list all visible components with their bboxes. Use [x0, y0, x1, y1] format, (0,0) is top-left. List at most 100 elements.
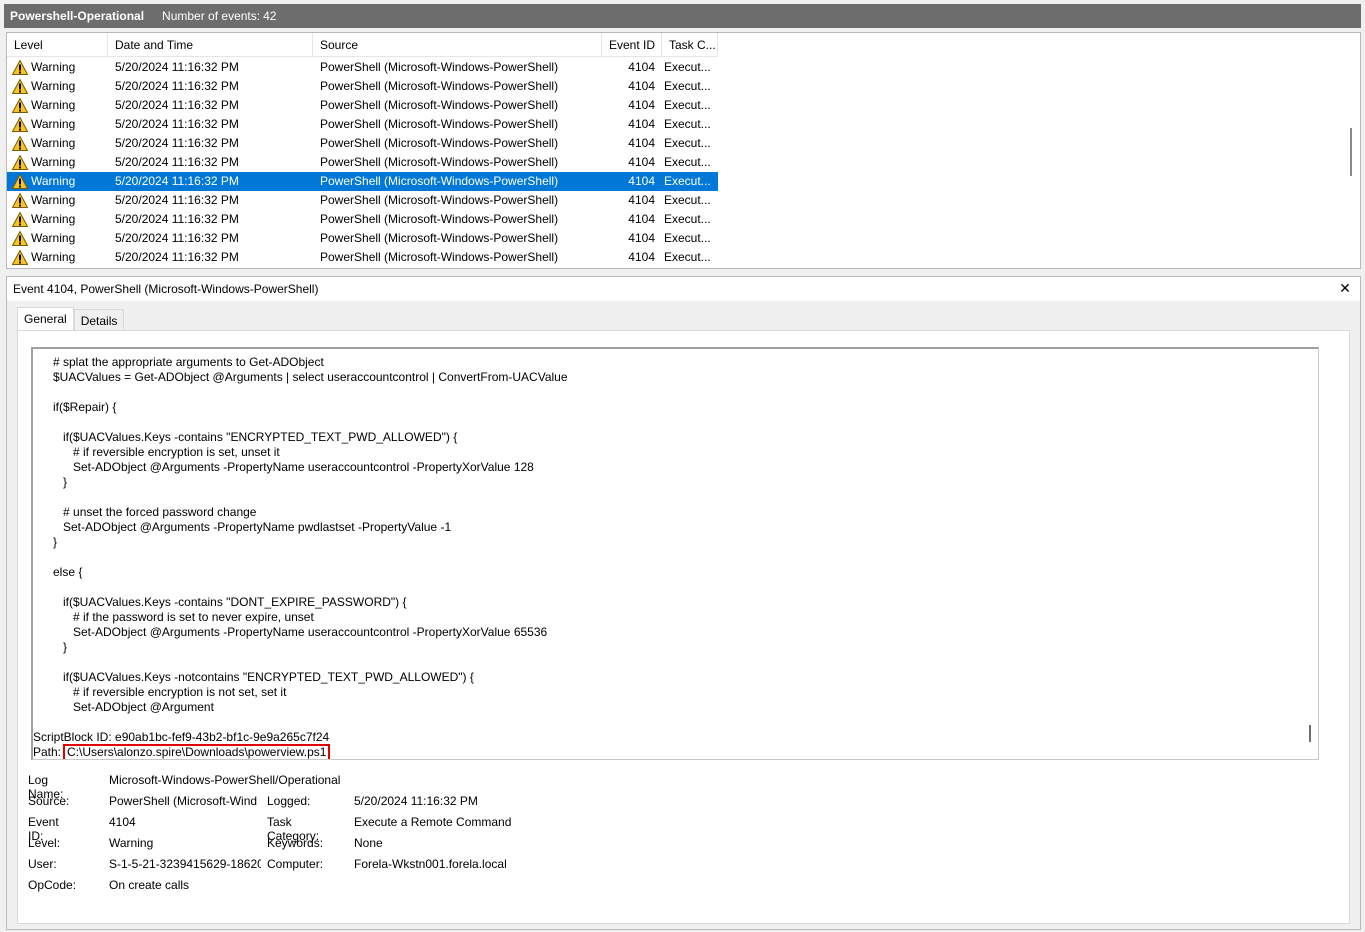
computer-value: Forela-Wkstn001.forela.local: [354, 857, 507, 871]
event-row-date: 5/20/2024 11:16:32 PM: [115, 79, 239, 93]
script-path-line: Path: C:\Users\alonzo.spire\Downloads\pow…: [33, 744, 1303, 759]
column-header-date[interactable]: Date and Time: [108, 33, 313, 57]
warning-icon: [11, 59, 29, 75]
level-value: Warning: [109, 836, 154, 850]
event-row-source: PowerShell (Microsoft-Windows-PowerShell…: [320, 155, 559, 169]
event-count: Number of events: 42: [159, 9, 276, 23]
event-row-task: Execut...: [664, 212, 711, 226]
event-row-id: 4104: [628, 79, 655, 93]
script-line: if($UACValues.Keys -contains "DONT_EXPIR…: [33, 595, 407, 609]
script-line: Set-ADObject @Arguments -PropertyName us…: [33, 625, 548, 639]
event-row-level: Warning: [7, 77, 108, 96]
level-label: Level:: [28, 836, 61, 850]
computer-label: Computer:: [267, 857, 324, 871]
event-row-date: 5/20/2024 11:16:32 PM: [115, 98, 239, 112]
warning-icon: [11, 230, 29, 246]
event-row-id: 4104: [628, 174, 655, 188]
log-name: Powershell-Operational: [10, 9, 145, 23]
event-row-id: 4104: [628, 155, 655, 169]
script-line: if($Repair) {: [33, 400, 117, 414]
script-line: }: [33, 535, 58, 549]
event-row-id: 4104: [628, 212, 655, 226]
warning-icon: [11, 192, 29, 208]
event-row-date: 5/20/2024 11:16:32 PM: [115, 174, 239, 188]
event-row[interactable]: Warning 5/20/2024 11:16:32 PM PowerShell (…: [7, 229, 718, 248]
event-row-id: 4104: [628, 98, 655, 112]
warning-icon: [11, 116, 29, 132]
opcode-label: OpCode:: [28, 878, 77, 892]
event-row-level: Warning: [7, 134, 108, 153]
message-scrollbar[interactable]: [1309, 725, 1311, 742]
script-line: # if reversible encryption is not set, s…: [33, 685, 287, 699]
tab-details[interactable]: Details: [73, 309, 125, 331]
event-row[interactable]: Warning 5/20/2024 11:16:32 PM PowerShell (…: [7, 134, 718, 153]
event-count-label: Number of events:: [162, 9, 261, 23]
event-row[interactable]: Warning 5/20/2024 11:16:32 PM PowerShell (…: [7, 96, 718, 115]
event-row-id: 4104: [628, 117, 655, 131]
column-header-task[interactable]: Task C...: [662, 33, 718, 57]
source-label: Source:: [28, 794, 70, 808]
close-icon[interactable]: ✕: [1338, 281, 1352, 295]
event-rows: Warning 5/20/2024 11:16:32 PM PowerShell (…: [7, 58, 718, 267]
user-label: User:: [28, 857, 57, 871]
event-row[interactable]: Warning 5/20/2024 11:16:32 PM PowerShell (…: [7, 153, 718, 172]
event-row-date: 5/20/2024 11:16:32 PM: [115, 60, 239, 74]
list-scrollbar[interactable]: [1343, 33, 1360, 268]
script-line: Set-ADObject @Argument: [33, 700, 214, 714]
column-header-event-id[interactable]: Event ID: [602, 33, 662, 57]
event-row-task: Execut...: [664, 250, 711, 264]
details-title: Event 4104, PowerShell (Microsoft-Window…: [13, 282, 319, 296]
events-list[interactable]: Level Date and Time Source Event ID Task…: [6, 32, 1361, 269]
path-value-highlighted: C:\Users\alonzo.spire\Downloads\powervie…: [63, 744, 331, 759]
script-line: [33, 385, 1303, 400]
script-line: [33, 550, 1303, 565]
event-row-task: Execut...: [664, 60, 711, 74]
event-row-source: PowerShell (Microsoft-Windows-PowerShell…: [320, 250, 559, 264]
script-line: if($UACValues.Keys -contains "ENCRYPTED_…: [33, 430, 458, 444]
event-count-value: 42: [263, 9, 277, 23]
event-row-date: 5/20/2024 11:16:32 PM: [115, 117, 239, 131]
event-row-task: Execut...: [664, 79, 711, 93]
event-row-level: Warning: [7, 153, 108, 172]
event-row-source: PowerShell (Microsoft-Windows-PowerShell…: [320, 98, 559, 112]
event-row-id: 4104: [628, 136, 655, 150]
event-row[interactable]: Warning 5/20/2024 11:16:32 PM PowerShell (…: [7, 172, 718, 191]
event-row-source: PowerShell (Microsoft-Windows-PowerShell…: [320, 231, 559, 245]
keywords-label: Keywords:: [267, 836, 324, 850]
script-line: [33, 655, 1303, 670]
event-message-box[interactable]: # splat the appropriate arguments to Get…: [31, 347, 1319, 760]
user-value: S-1-5-21-3239415629-186207: [109, 857, 261, 871]
column-header-level[interactable]: Level: [7, 33, 108, 57]
event-row-date: 5/20/2024 11:16:32 PM: [115, 250, 239, 264]
event-row-id: 4104: [628, 250, 655, 264]
column-header-source[interactable]: Source: [313, 33, 602, 57]
script-line: # unset the forced password change: [33, 505, 257, 519]
source-value: PowerShell (Microsoft-Wind: [109, 794, 258, 808]
event-row-source: PowerShell (Microsoft-Windows-PowerShell…: [320, 193, 559, 207]
warning-icon: [11, 97, 29, 113]
event-row-source: PowerShell (Microsoft-Windows-PowerShell…: [320, 60, 559, 74]
script-line: # if reversible encryption is set, unset…: [33, 445, 280, 459]
log-titlebar: Powershell-Operational Number of events:…: [4, 4, 1361, 28]
warning-icon: [11, 249, 29, 265]
task-category-value: Execute a Remote Command: [354, 815, 512, 829]
event-row-source: PowerShell (Microsoft-Windows-PowerShell…: [320, 136, 559, 150]
event-row[interactable]: Warning 5/20/2024 11:16:32 PM PowerShell (…: [7, 115, 718, 134]
event-row-date: 5/20/2024 11:16:32 PM: [115, 193, 239, 207]
details-tabs: General Details: [17, 307, 125, 331]
event-row-task: Execut...: [664, 136, 711, 150]
event-row[interactable]: Warning 5/20/2024 11:16:32 PM PowerShell (…: [7, 191, 718, 210]
tab-general[interactable]: General: [17, 307, 74, 331]
script-line: }: [33, 475, 68, 489]
script-line: }: [33, 640, 68, 654]
event-row[interactable]: Warning 5/20/2024 11:16:32 PM PowerShell (…: [7, 248, 718, 267]
event-row-source: PowerShell (Microsoft-Windows-PowerShell…: [320, 174, 559, 188]
event-row[interactable]: Warning 5/20/2024 11:16:32 PM PowerShell (…: [7, 210, 718, 229]
list-scrollbar-thumb[interactable]: [1350, 128, 1352, 176]
details-header: Event 4104, PowerShell (Microsoft-Window…: [7, 277, 1360, 301]
event-row-level: Warning: [7, 229, 108, 248]
event-row[interactable]: Warning 5/20/2024 11:16:32 PM PowerShell (…: [7, 58, 718, 77]
script-line: [33, 715, 1303, 730]
event-row[interactable]: Warning 5/20/2024 11:16:32 PM PowerShell (…: [7, 77, 718, 96]
event-row-source: PowerShell (Microsoft-Windows-PowerShell…: [320, 79, 559, 93]
